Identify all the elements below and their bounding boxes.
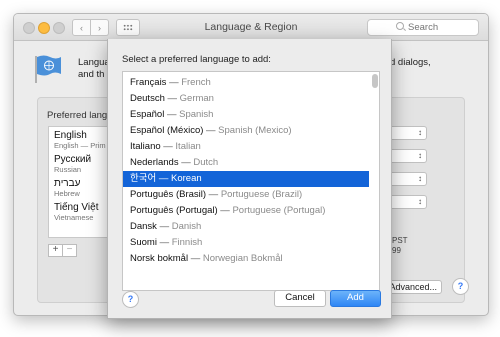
- language-english-name: Portuguese (Brazil): [220, 189, 303, 200]
- preferred-item-hebrew[interactable]: עברית Hebrew: [54, 178, 80, 198]
- search-input[interactable]: [408, 21, 474, 33]
- language-row[interactable]: Español (México) — Spanish (Mexico): [123, 123, 369, 139]
- language-row[interactable]: Dansk — Danish: [123, 219, 369, 235]
- language-row[interactable]: Français — French: [123, 75, 369, 91]
- language-separator: —: [156, 237, 172, 248]
- add-language-sheet: Select a preferred language to add: Fran…: [107, 39, 392, 319]
- language-separator: —: [203, 125, 219, 136]
- language-row[interactable]: Nederlands — Dutch: [123, 155, 369, 171]
- language-separator: —: [160, 141, 176, 152]
- language-native-name: Dansk: [130, 221, 157, 232]
- language-native-name: Italiano: [130, 141, 161, 152]
- language-english-name: Italian: [175, 141, 201, 152]
- window-help-button[interactable]: ?: [452, 278, 469, 295]
- language-english-name: Korean: [171, 173, 202, 184]
- chevron-updown-icon: ↕: [418, 128, 422, 137]
- item-name: Tiếng Việt: [54, 202, 99, 213]
- language-english-name: Finnish: [171, 237, 203, 248]
- language-row[interactable]: Suomi — Finnish: [123, 235, 369, 251]
- add-remove-buttons: + −: [48, 244, 77, 257]
- remove-language-button[interactable]: −: [63, 244, 77, 257]
- language-separator: —: [188, 253, 203, 264]
- language-native-name: Português (Brasil): [130, 189, 207, 200]
- language-row[interactable]: Norsk bokmål — Norwegian Bokmål: [123, 251, 369, 267]
- item-name: English: [54, 130, 87, 141]
- scrollbar-thumb[interactable]: [372, 74, 378, 88]
- language-separator: —: [178, 157, 194, 168]
- search-icon: [396, 22, 404, 30]
- language-native-name: 한국어: [130, 173, 157, 184]
- language-native-name: Norsk bokmål: [130, 253, 189, 264]
- language-english-name: Spanish (Mexico): [218, 125, 292, 136]
- language-separator: —: [156, 221, 172, 232]
- preferred-item-vietnamese[interactable]: Tiếng Việt Vietnamese: [54, 202, 98, 222]
- titlebar: ‹ › Language & Region: [14, 14, 488, 41]
- language-english-name: French: [181, 77, 211, 88]
- language-row[interactable]: Español — Spanish: [123, 107, 369, 123]
- item-name: עברית: [54, 178, 81, 189]
- intro-line-1: Langua: [78, 57, 110, 68]
- language-native-name: Español (México): [130, 125, 204, 136]
- language-separator: —: [164, 109, 180, 120]
- intro-right-text: d dialogs,: [390, 57, 431, 68]
- number-sample-text: 99: [392, 246, 401, 255]
- language-english-name: Norwegian Bokmål: [202, 253, 283, 264]
- language-list[interactable]: Français — French Deutsch — German Español…: [122, 71, 380, 291]
- language-native-name: Français: [130, 77, 167, 88]
- chevron-updown-icon: ↕: [418, 197, 422, 206]
- language-separator: —: [206, 189, 221, 200]
- language-native-name: Suomi: [130, 237, 157, 248]
- preferred-item-english[interactable]: English English — Prim: [54, 130, 106, 150]
- time-zone-text: PST: [392, 236, 408, 245]
- sheet-help-button[interactable]: ?: [122, 291, 139, 308]
- language-separator: —: [166, 77, 182, 88]
- un-flag-icon: [35, 55, 61, 83]
- language-native-name: Deutsch: [130, 93, 165, 104]
- language-native-name: Español: [130, 109, 165, 120]
- item-subtitle: Vietnamese: [54, 213, 94, 222]
- language-row[interactable]: Português (Portugal) — Portuguese (Portu…: [123, 203, 369, 219]
- language-english-name: Portuguese (Portugal): [232, 205, 326, 216]
- chevron-updown-icon: ↕: [418, 151, 422, 160]
- intro-line-2: and th: [78, 69, 105, 80]
- language-english-name: German: [179, 93, 214, 104]
- language-english-name: Spanish: [179, 109, 214, 120]
- search-field[interactable]: [367, 19, 479, 36]
- language-separator: —: [156, 173, 172, 184]
- preferred-languages-label: Preferred langu: [47, 110, 113, 121]
- language-row[interactable]: Italiano — Italian: [123, 139, 369, 155]
- cancel-button[interactable]: Cancel: [274, 290, 326, 307]
- language-native-name: Português (Portugal): [130, 205, 218, 216]
- language-english-name: Dutch: [193, 157, 219, 168]
- language-row[interactable]: Deutsch — German: [123, 91, 369, 107]
- item-name: Русский: [54, 154, 92, 165]
- item-subtitle: English — Prim: [54, 141, 106, 150]
- sheet-prompt: Select a preferred language to add:: [122, 54, 271, 65]
- item-subtitle: Russian: [54, 165, 82, 174]
- chevron-updown-icon: ↕: [418, 174, 422, 183]
- language-row[interactable]: Português (Brasil) — Portuguese (Brazil): [123, 187, 369, 203]
- language-native-name: Nederlands: [130, 157, 179, 168]
- language-separator: —: [217, 205, 233, 216]
- item-subtitle: Hebrew: [54, 189, 80, 198]
- language-english-name: Danish: [171, 221, 202, 232]
- add-button[interactable]: Add: [330, 290, 381, 307]
- add-language-button[interactable]: +: [48, 244, 63, 257]
- intro-text: Langua and th: [78, 57, 110, 81]
- language-row[interactable]: 한국어 — Korean: [123, 171, 369, 187]
- preferred-item-russian[interactable]: Русский Russian: [54, 154, 91, 174]
- language-separator: —: [164, 93, 180, 104]
